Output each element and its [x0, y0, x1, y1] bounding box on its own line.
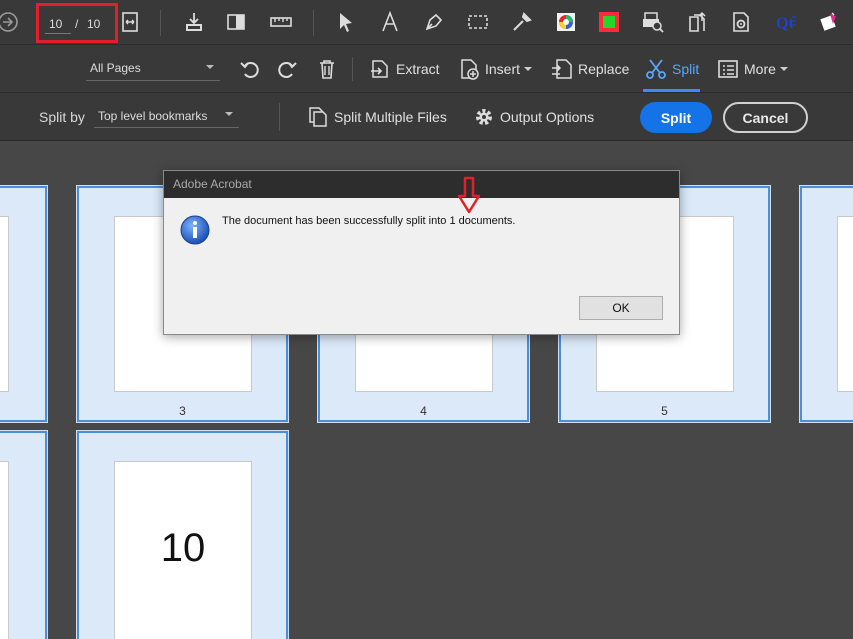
- pen-tool-icon[interactable]: [421, 9, 447, 35]
- ok-button[interactable]: OK: [579, 296, 663, 320]
- split-by-value: Top level bookmarks: [98, 109, 208, 123]
- select-arrow-icon[interactable]: [333, 9, 359, 35]
- chevron-down-icon: [225, 112, 233, 116]
- page-number-4: 4: [420, 404, 427, 418]
- page-separator: /: [75, 17, 79, 31]
- page-number-3: 3: [179, 404, 186, 418]
- red-arrow-annotation-icon: [457, 176, 481, 214]
- insert-icon: [461, 59, 479, 80]
- main-toolbar: 10 / 10 Qt: [0, 0, 853, 45]
- rectangle-select-icon[interactable]: [465, 9, 491, 35]
- split-by-dropdown[interactable]: Top level bookmarks: [94, 106, 239, 128]
- split-multiple-files-button[interactable]: Split Multiple Files: [307, 105, 447, 129]
- split-tool-label: Split: [672, 61, 700, 77]
- scissors-icon: [646, 59, 666, 79]
- rotate-right-icon[interactable]: [274, 56, 300, 82]
- more-button[interactable]: More: [717, 57, 788, 81]
- total-pages: 10: [87, 17, 101, 31]
- insert-label: Insert: [485, 61, 521, 77]
- split-active-indicator: [643, 89, 700, 92]
- chevron-down-icon: [206, 65, 214, 69]
- split-button[interactable]: Split: [640, 102, 712, 133]
- eraser-icon[interactable]: [816, 9, 842, 35]
- page-number-5: 5: [661, 404, 668, 418]
- replace-button[interactable]: Replace: [551, 57, 629, 81]
- page-thumbnail[interactable]: [799, 185, 853, 423]
- page-preview: [0, 461, 9, 639]
- page-thumbnail[interactable]: [0, 430, 48, 639]
- split-by-label: Split by: [39, 109, 85, 125]
- success-dialog: Adobe Acrobat The document has been succ…: [163, 170, 680, 335]
- text-tool-icon[interactable]: [377, 9, 403, 35]
- plugin-logo-icon[interactable]: Qt: [773, 9, 799, 35]
- more-label: More: [744, 61, 776, 77]
- split-tool-button[interactable]: Split: [645, 57, 699, 81]
- replace-icon: [552, 59, 572, 79]
- more-icon: [718, 60, 738, 78]
- more-chevron-down-icon: [779, 67, 788, 71]
- insert-chevron-down-icon: [524, 67, 533, 71]
- output-options-button[interactable]: Output Options: [473, 105, 594, 129]
- current-page-input[interactable]: 10: [45, 14, 71, 34]
- page-range-dropdown[interactable]: All Pages: [86, 59, 220, 81]
- extract-button[interactable]: Extract: [369, 57, 440, 81]
- acrobat-window: 10 / 10 Qt All Pages Extract Insert Repl…: [0, 0, 853, 639]
- insert-button[interactable]: Insert: [458, 57, 533, 81]
- fit-width-icon[interactable]: [117, 9, 143, 35]
- extract-icon: [371, 60, 388, 78]
- save-stamp-icon[interactable]: [181, 9, 207, 35]
- eyedropper-icon[interactable]: [509, 9, 535, 35]
- export-icon[interactable]: [684, 9, 710, 35]
- dialog-title: Adobe Acrobat: [164, 171, 679, 198]
- page-navigator-highlight: 10 / 10: [36, 3, 118, 43]
- dialog-message: The document has been successfully split…: [222, 215, 516, 227]
- rotate-left-icon[interactable]: [237, 56, 263, 82]
- trash-icon[interactable]: [314, 56, 340, 82]
- page-preview: [837, 216, 853, 392]
- page-range-value: All Pages: [90, 61, 141, 75]
- page-10-content: 10: [160, 526, 206, 570]
- highlight-box-icon[interactable]: [223, 9, 249, 35]
- ruler-icon[interactable]: [268, 9, 294, 35]
- page-thumbnail[interactable]: [0, 185, 48, 423]
- replace-label: Replace: [578, 61, 630, 77]
- settings-doc-icon[interactable]: [728, 9, 754, 35]
- print-search-icon[interactable]: [640, 9, 666, 35]
- green-square-icon[interactable]: [596, 9, 622, 35]
- page-preview: [0, 216, 9, 392]
- organize-toolbar: All Pages Extract Insert Replace Split M…: [0, 45, 853, 93]
- info-icon: [180, 215, 210, 245]
- split-options-bar: Split by Top level bookmarks Split Multi…: [0, 93, 853, 141]
- cancel-button[interactable]: Cancel: [723, 102, 808, 133]
- gear-icon: [476, 109, 492, 125]
- page-preview: 10: [114, 461, 252, 639]
- extract-label: Extract: [396, 61, 440, 77]
- split-multiple-files-label: Split Multiple Files: [334, 109, 447, 125]
- svg-text:Qt: Qt: [776, 15, 794, 32]
- multiple-files-icon: [309, 107, 327, 127]
- color-wheel-icon[interactable]: [553, 9, 579, 35]
- output-options-label: Output Options: [500, 109, 595, 125]
- back-arrow-icon[interactable]: [0, 9, 21, 35]
- page-thumbnail[interactable]: 10: [76, 430, 289, 639]
